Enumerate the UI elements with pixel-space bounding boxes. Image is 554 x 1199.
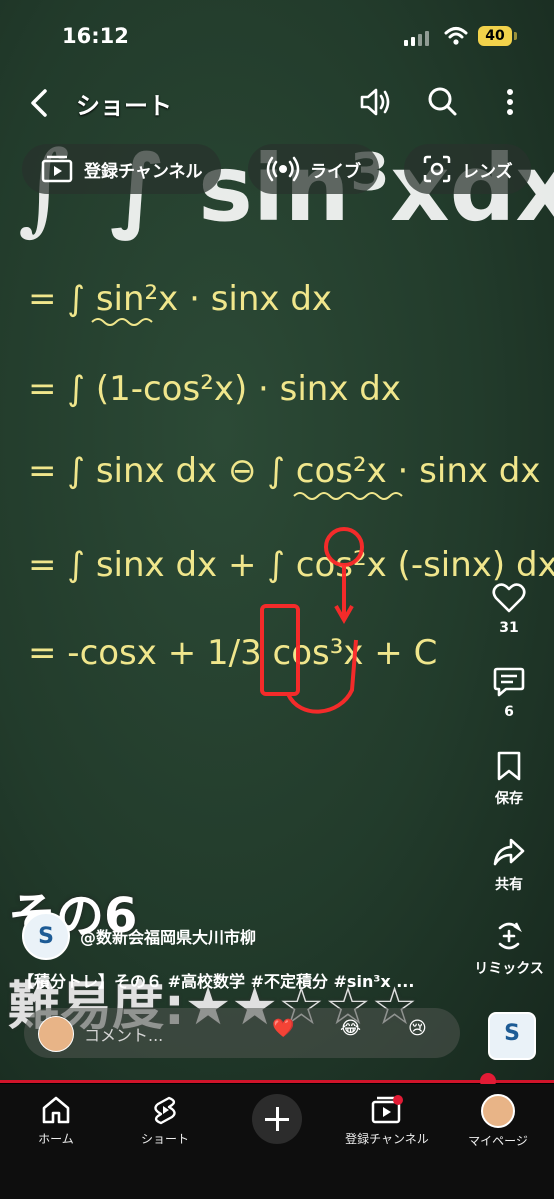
channel-avatar[interactable]: S (22, 912, 70, 960)
share-label: 共有 (495, 877, 523, 893)
filter-chips: 登録チャンネル ライブ レンズ (0, 144, 554, 194)
chip-lens[interactable]: レンズ (404, 144, 531, 194)
comment-count: 6 (504, 704, 514, 720)
page-title: ショート (76, 92, 172, 120)
share-icon (493, 838, 525, 866)
chip-label: 登録チャンネル (84, 161, 203, 182)
channel-name[interactable]: @数新会福岡県大川市柳 (80, 924, 256, 948)
nav-label: ショート (140, 1132, 189, 1146)
chip-label: レンズ (462, 161, 513, 182)
signal-icon (404, 30, 429, 46)
subscriptions-icon (371, 1095, 403, 1124)
chip-subscriptions[interactable]: 登録チャンネル (22, 144, 221, 194)
math-line-6: = -cosx + 1/3 cos³x + C (28, 633, 437, 673)
channel-logo-badge[interactable]: S (488, 1012, 536, 1060)
save-label: 保存 (495, 791, 523, 807)
save-button[interactable]: 保存 (478, 750, 540, 808)
comments-button[interactable]: 6 (478, 666, 540, 720)
more-vertical-icon[interactable] (500, 86, 520, 118)
math-line-2: = ∫ sin²x · sinx dx (28, 279, 332, 319)
math-line-4: = ∫ sinx dx ⊖ ∫ cos²x · sinx dx (28, 451, 541, 491)
clock: 16:12 (62, 24, 129, 48)
emoji-laugh[interactable]: 😂 (340, 1018, 361, 1039)
emoji-cry[interactable]: 😢 (408, 1018, 427, 1039)
avatar (38, 1016, 74, 1052)
video-player[interactable]: ∫ ∫ sin³xdx = ∫ sin²x · sinx dx = ∫ (1-c… (0, 0, 554, 1080)
video-title[interactable]: 【積分トレ】その６ #高校数学 #不定積分 #sin³x ... (18, 968, 414, 992)
chevron-left-icon[interactable] (28, 88, 50, 118)
nav-home[interactable]: ホーム (6, 1094, 106, 1147)
math-line-3: = ∫ (1-cos²x) · sinx dx (28, 369, 401, 409)
bookmark-icon (497, 751, 521, 781)
nav-label: ホーム (38, 1132, 74, 1146)
channel-info[interactable]: S @数新会福岡県大川市柳 (22, 912, 256, 960)
share-button[interactable]: 共有 (478, 836, 540, 894)
live-icon (266, 156, 300, 182)
nav-shorts[interactable]: ショート (115, 1094, 215, 1147)
battery-indicator: 40 (478, 26, 512, 46)
comment-placeholder: コメント... (84, 1026, 164, 1045)
like-count: 31 (499, 620, 519, 636)
shorts-icon (154, 1096, 176, 1125)
wifi-icon (444, 27, 468, 45)
remix-button[interactable]: リミックス (470, 920, 548, 978)
status-bar: 16:12 40 (0, 0, 554, 72)
emoji-heart[interactable]: ❤️ (272, 1018, 294, 1039)
nav-my-page[interactable]: マイページ (448, 1094, 548, 1149)
subscriptions-icon (41, 155, 73, 183)
comment-icon (493, 667, 525, 697)
like-button[interactable]: 31 (478, 582, 540, 636)
video-progress-bar[interactable] (0, 1080, 554, 1083)
chip-label: ライブ (310, 161, 361, 182)
home-icon (42, 1096, 70, 1124)
nav-label: マイページ (468, 1134, 528, 1148)
avatar (481, 1094, 515, 1128)
create-plus-icon[interactable] (252, 1094, 302, 1144)
nav-subscriptions[interactable]: 登録チャンネル (337, 1094, 437, 1147)
lens-icon (423, 155, 451, 183)
nav-label: 登録チャンネル (345, 1132, 429, 1146)
remix-icon (498, 922, 522, 950)
chip-live[interactable]: ライブ (248, 144, 379, 194)
remix-label: リミックス (474, 961, 544, 977)
search-icon[interactable] (426, 86, 458, 118)
comment-input[interactable]: コメント... ❤️ 😂 😢 (24, 1008, 460, 1058)
speaker-icon[interactable] (358, 86, 392, 118)
battery-tip (514, 32, 517, 40)
top-bar: ショート (0, 80, 554, 124)
bottom-nav: ホーム ショート 登録チャンネル マイページ (0, 1084, 554, 1199)
math-line-5: = ∫ sinx dx + ∫ cos²x (-sinx) dx (28, 545, 554, 585)
heart-icon (492, 583, 526, 613)
